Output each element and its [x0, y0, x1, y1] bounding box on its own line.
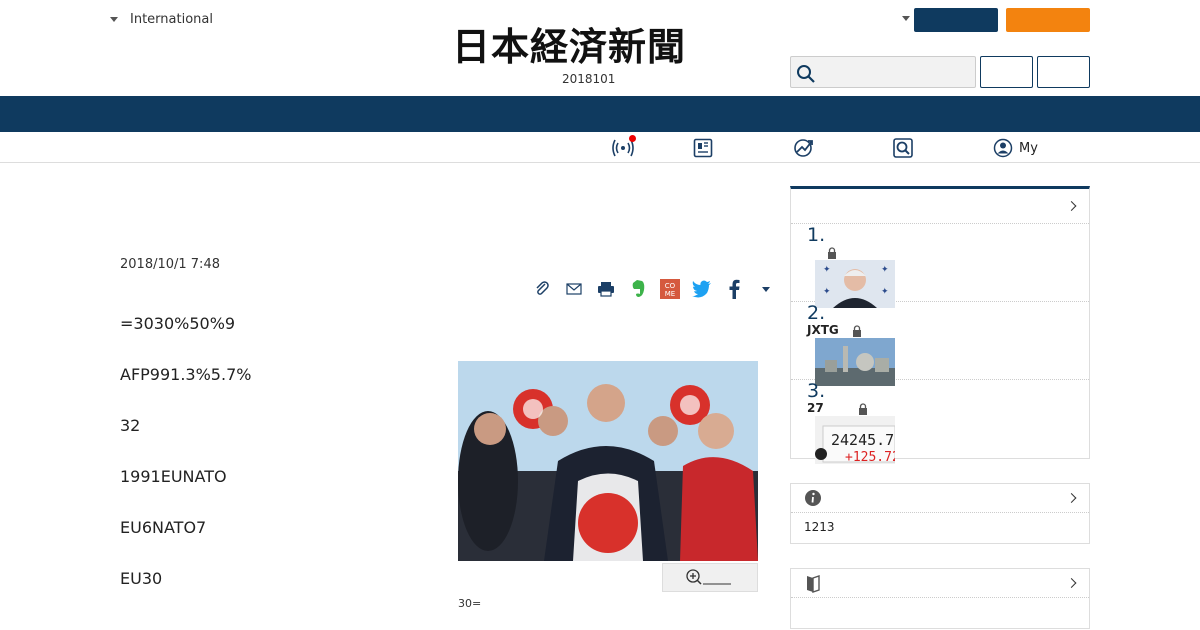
caret-down-icon — [110, 17, 118, 22]
comment-icon: CO ME — [660, 279, 680, 299]
ticker-value: 24245.76 — [831, 431, 895, 449]
zoom-icon — [686, 568, 731, 585]
lock-icon — [828, 247, 836, 259]
caret-down-icon[interactable] — [902, 16, 910, 21]
bookmark-icon — [807, 575, 820, 593]
ranking-thumbnail: ✦ ✦ ✦ ✦ — [815, 260, 895, 308]
markets-nav-item[interactable] — [793, 137, 815, 159]
print-button[interactable] — [590, 277, 622, 301]
article-paragraph: EU6NATO7 — [120, 518, 207, 537]
rank-number: 2. — [807, 302, 826, 324]
sub-navigation: My — [0, 132, 1200, 163]
header-button-2[interactable] — [1037, 56, 1090, 88]
notification-dot — [629, 135, 636, 142]
article-paragraph: EU30 — [120, 569, 163, 588]
more-share-button[interactable] — [750, 277, 782, 301]
article-photo-image — [458, 361, 758, 561]
search-input[interactable] — [790, 56, 976, 88]
chevron-right-icon — [1066, 578, 1077, 588]
bookmark-box-body — [791, 598, 1089, 628]
chevron-right-icon — [1066, 201, 1077, 211]
edition-label: International — [130, 12, 213, 27]
article-photo[interactable] — [458, 361, 758, 561]
ranking-thumbnail — [815, 338, 895, 386]
lock-icon — [859, 403, 867, 415]
subscribe-button[interactable] — [1006, 8, 1090, 32]
ranking-item[interactable]: 3. 27 24245.76 +125.72 — [791, 380, 1089, 464]
paper-nav-item[interactable] — [693, 137, 713, 159]
caret-down-icon — [762, 286, 770, 292]
clip-icon — [536, 281, 549, 295]
lock-icon — [853, 325, 861, 337]
chevron-right-icon — [1066, 493, 1077, 503]
ranking-box: 1. ✦ ✦ ✦ ✦ 2. JXTG 3. 27 24245.7 +125.72 — [790, 186, 1090, 464]
login-button[interactable] — [914, 8, 998, 32]
info-icon — [805, 490, 821, 506]
ranking-item[interactable]: 1. ✦ ✦ ✦ ✦ — [791, 224, 1089, 308]
info-box-header[interactable] — [791, 484, 1089, 513]
comment-button[interactable]: CO ME — [654, 277, 686, 301]
svg-text:✦: ✦ — [823, 265, 831, 275]
clip-button[interactable] — [526, 277, 558, 301]
svg-text:✦: ✦ — [881, 265, 889, 275]
svg-text:✦: ✦ — [823, 287, 831, 297]
evernote-button[interactable] — [622, 277, 654, 301]
share-toolbar: CO ME — [526, 277, 782, 301]
mail-button[interactable] — [558, 277, 590, 301]
my-nav-label: My — [1019, 140, 1038, 156]
newspaper-icon — [693, 138, 713, 158]
svg-text:CO: CO — [665, 282, 676, 290]
article-paragraph: =3030%50%9 — [120, 314, 236, 333]
user-circle-icon — [993, 138, 1013, 158]
photo-caption: 30= — [458, 597, 482, 610]
article-paragraph: 1991EUNATO — [120, 467, 227, 486]
info-box-text: 1213 — [804, 520, 835, 534]
zoom-photo-button[interactable] — [662, 563, 758, 592]
mail-icon — [566, 283, 582, 295]
edition-selector[interactable]: International — [110, 12, 213, 27]
article-paragraph: AFP991.3%5.7% — [120, 365, 252, 384]
print-icon — [598, 282, 614, 297]
twitter-icon — [692, 280, 711, 298]
live-nav-item[interactable] — [612, 135, 636, 159]
rank-number: 3. — [807, 380, 826, 402]
svg-text:ME: ME — [665, 290, 675, 298]
search-square-icon — [893, 138, 913, 158]
ticker-change: +125.72 — [845, 450, 895, 464]
search-nav-item[interactable] — [893, 137, 913, 159]
header-button-1[interactable] — [980, 56, 1033, 88]
evernote-icon — [632, 280, 645, 297]
article-date: 2018/10/1 7:48 — [120, 257, 220, 272]
facebook-button[interactable] — [718, 277, 750, 301]
info-box: 1213 — [790, 483, 1090, 544]
twitter-button[interactable] — [686, 277, 718, 301]
ranking-header[interactable] — [791, 189, 1089, 224]
rank-title: 27 — [807, 401, 824, 415]
svg-text:✦: ✦ — [881, 287, 889, 297]
main-navbar — [0, 96, 1200, 132]
rank-title: JXTG — [807, 323, 839, 337]
search-icon — [797, 65, 815, 83]
bookmark-box — [790, 568, 1090, 629]
my-nav-item[interactable]: My — [993, 137, 1038, 159]
article-paragraph: 32 — [120, 416, 141, 435]
logo-date: 2018101 — [562, 72, 616, 86]
ranking-item[interactable]: 2. JXTG — [791, 302, 1089, 386]
facebook-icon — [729, 279, 740, 299]
site-logo[interactable]: 日本経済新聞 — [452, 28, 686, 66]
rank-number: 1. — [807, 224, 826, 246]
ranking-thumbnail: 24245.76 +125.72 — [815, 416, 895, 464]
bookmark-box-header[interactable] — [791, 569, 1089, 598]
chart-icon — [794, 139, 813, 157]
